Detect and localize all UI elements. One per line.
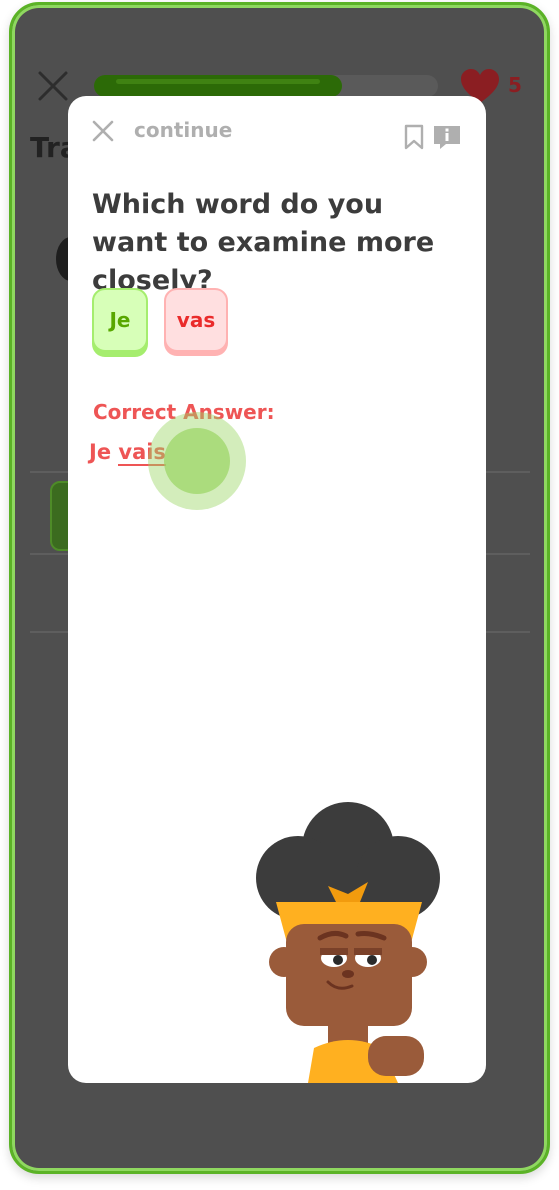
question-text: Which word do you want to examine more c…	[92, 189, 435, 296]
hearts-count: 5	[508, 73, 522, 97]
character-illustration	[256, 802, 440, 1083]
progress-shine	[116, 79, 320, 84]
info-icon[interactable]	[432, 124, 462, 150]
word-choice-vas[interactable]: vas	[164, 288, 228, 352]
lesson-progress-bar	[94, 75, 438, 97]
continue-button[interactable]: continue	[134, 118, 232, 142]
bookmark-icon[interactable]	[404, 124, 424, 150]
answer-word-je[interactable]: Je	[89, 440, 111, 464]
close-icon[interactable]	[36, 69, 70, 103]
tap-indicator	[148, 412, 246, 510]
word-choice-je[interactable]: Je	[92, 288, 148, 352]
tap-indicator-core	[164, 428, 230, 494]
word-examine-modal: continue Which word do you want to exami…	[68, 96, 486, 1083]
close-icon[interactable]	[92, 120, 114, 142]
